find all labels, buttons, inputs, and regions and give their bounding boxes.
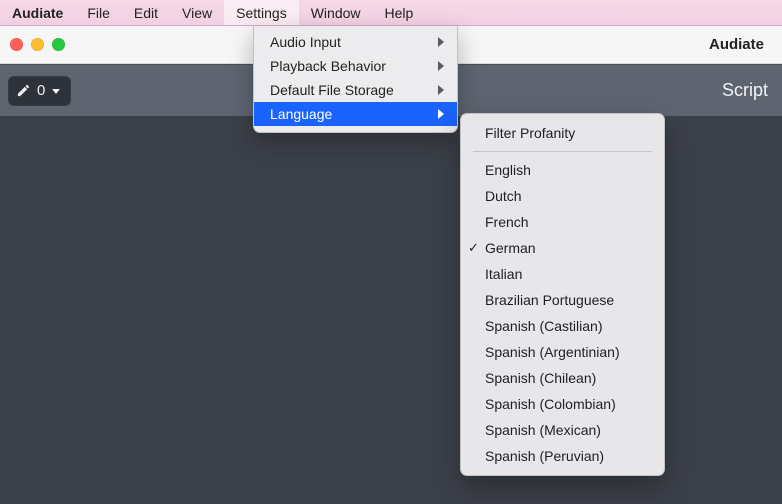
language-item[interactable]: Spanish (Colombian): [461, 391, 664, 417]
menu-separator: [473, 151, 652, 152]
menu-item-label: Default File Storage: [270, 82, 429, 98]
edit-count-button[interactable]: 0: [8, 76, 71, 106]
minimize-icon[interactable]: [31, 38, 44, 51]
menu-item-label: Spanish (Mexican): [485, 422, 646, 438]
script-heading: Script: [722, 80, 768, 101]
menu-item-label: Italian: [485, 266, 646, 282]
edit-count-value: 0: [37, 82, 45, 99]
menu-item-label: Spanish (Peruvian): [485, 448, 646, 464]
menubar-item-file[interactable]: File: [75, 0, 122, 25]
menubar-item-help[interactable]: Help: [373, 0, 426, 25]
language-item[interactable]: Spanish (Castilian): [461, 313, 664, 339]
menu-item-label: French: [485, 214, 646, 230]
settings-item-language[interactable]: Language: [254, 102, 457, 126]
language-item[interactable]: French: [461, 209, 664, 235]
menu-item-label: German: [485, 240, 646, 256]
menubar-app[interactable]: Audiate: [0, 0, 75, 25]
language-item[interactable]: ✓ German: [461, 235, 664, 261]
close-icon[interactable]: [10, 38, 23, 51]
menu-item-label: Filter Profanity: [485, 125, 646, 141]
chevron-right-icon: [437, 37, 445, 47]
menubar-item-settings[interactable]: Settings: [224, 0, 299, 25]
menu-item-label: Language: [270, 106, 429, 122]
settings-item-default-file-storage[interactable]: Default File Storage: [254, 78, 457, 102]
menu-item-label: Spanish (Colombian): [485, 396, 646, 412]
menu-item-label: English: [485, 162, 646, 178]
system-menubar: Audiate File Edit View Settings Window H…: [0, 0, 782, 26]
caret-down-icon: [51, 86, 61, 96]
window-title: Audiate: [709, 36, 764, 53]
window-controls: [10, 38, 65, 51]
chevron-right-icon: [437, 109, 445, 119]
menu-item-label: Spanish (Chilean): [485, 370, 646, 386]
menu-item-label: Audio Input: [270, 34, 429, 50]
zoom-icon[interactable]: [52, 38, 65, 51]
menu-item-label: Brazilian Portuguese: [485, 292, 646, 308]
menu-item-label: Playback Behavior: [270, 58, 429, 74]
settings-item-playback-behavior[interactable]: Playback Behavior: [254, 54, 457, 78]
menubar-item-view[interactable]: View: [170, 0, 224, 25]
language-item[interactable]: Spanish (Argentinian): [461, 339, 664, 365]
language-item[interactable]: Brazilian Portuguese: [461, 287, 664, 313]
menu-item-label: Spanish (Argentinian): [485, 344, 646, 360]
language-item[interactable]: Dutch: [461, 183, 664, 209]
language-item[interactable]: Italian: [461, 261, 664, 287]
language-item[interactable]: Spanish (Peruvian): [461, 443, 664, 469]
settings-menu: Audio Input Playback Behavior Default Fi…: [253, 26, 458, 133]
menu-item-label: Spanish (Castilian): [485, 318, 646, 334]
language-item[interactable]: Spanish (Chilean): [461, 365, 664, 391]
chevron-right-icon: [437, 61, 445, 71]
menubar-item-window[interactable]: Window: [299, 0, 373, 25]
language-item[interactable]: English: [461, 157, 664, 183]
menubar-item-edit[interactable]: Edit: [122, 0, 170, 25]
pencil-icon: [16, 83, 31, 98]
chevron-right-icon: [437, 85, 445, 95]
settings-item-audio-input[interactable]: Audio Input: [254, 30, 457, 54]
menu-item-label: Dutch: [485, 188, 646, 204]
language-item[interactable]: Spanish (Mexican): [461, 417, 664, 443]
check-icon: ✓: [468, 240, 479, 256]
language-submenu: Filter Profanity English Dutch French ✓ Germ…: [460, 113, 665, 476]
language-item-filter-profanity[interactable]: Filter Profanity: [461, 120, 664, 146]
